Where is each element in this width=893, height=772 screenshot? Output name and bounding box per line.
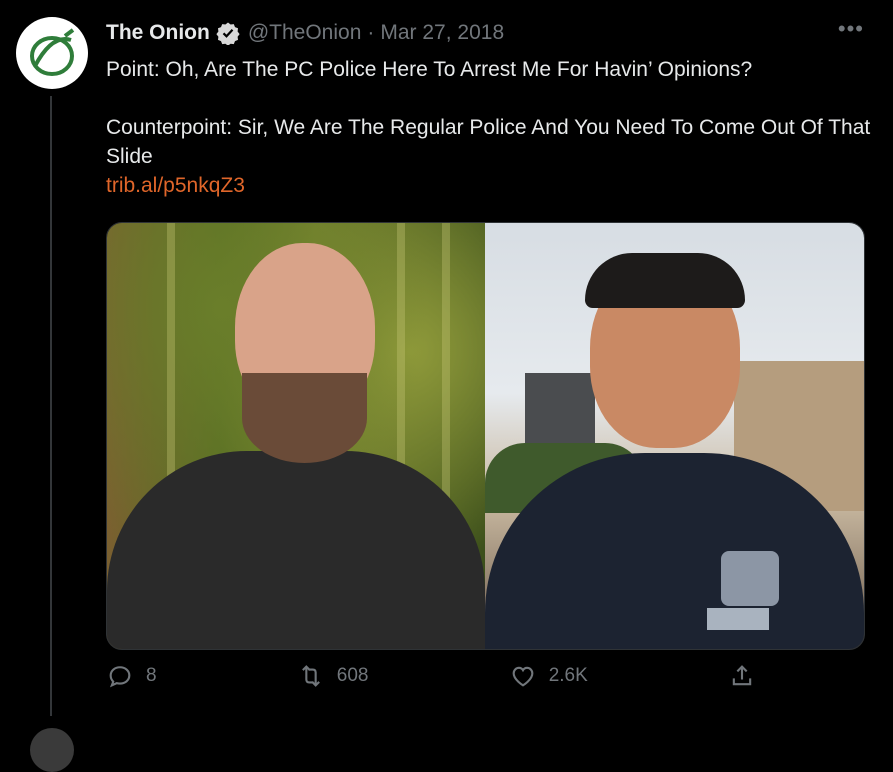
tweet-link[interactable]: trib.al/p5nkqZ3 xyxy=(106,171,876,201)
tweet: The Onion @TheOnion · Mar 27, 2018 ••• P… xyxy=(106,17,876,688)
reply-count: 8 xyxy=(146,665,157,686)
next-tweet-avatar[interactable] xyxy=(30,728,74,772)
header-separator: · xyxy=(367,21,375,44)
onion-logo-icon xyxy=(30,28,75,76)
media-photo-left[interactable] xyxy=(107,223,485,649)
verified-badge-icon xyxy=(216,21,240,45)
reply-icon xyxy=(109,666,131,688)
reply-button[interactable]: 8 xyxy=(106,662,157,690)
retweet-button[interactable]: 608 xyxy=(297,662,369,690)
officer-hair xyxy=(585,253,745,308)
person-shirt xyxy=(107,451,485,649)
police-badge xyxy=(721,551,779,606)
like-icon xyxy=(512,666,534,687)
author-name[interactable]: The Onion xyxy=(106,21,210,45)
retweet-icon xyxy=(301,665,320,687)
like-count: 2.6K xyxy=(548,665,588,686)
tweet-date[interactable]: Mar 27, 2018 xyxy=(380,21,504,45)
tweet-media[interactable] xyxy=(106,222,865,650)
name-plate xyxy=(707,608,769,630)
share-button[interactable] xyxy=(728,662,756,690)
media-photo-right[interactable] xyxy=(485,223,864,649)
retweet-count: 608 xyxy=(336,665,369,686)
tweet-actions: 8 608 2.6K xyxy=(106,662,756,690)
share-icon xyxy=(732,665,752,686)
person-beard xyxy=(242,373,367,463)
thread-line xyxy=(50,96,52,716)
author-handle[interactable]: @TheOnion xyxy=(248,21,362,45)
like-button[interactable]: 2.6K xyxy=(509,662,588,690)
tweet-text: Point: Oh, Are The PC Police Here To Arr… xyxy=(106,58,871,168)
more-options-button[interactable]: ••• xyxy=(838,18,864,40)
tweet-header: The Onion @TheOnion · Mar 27, 2018 xyxy=(106,17,876,49)
avatar[interactable] xyxy=(16,17,88,89)
